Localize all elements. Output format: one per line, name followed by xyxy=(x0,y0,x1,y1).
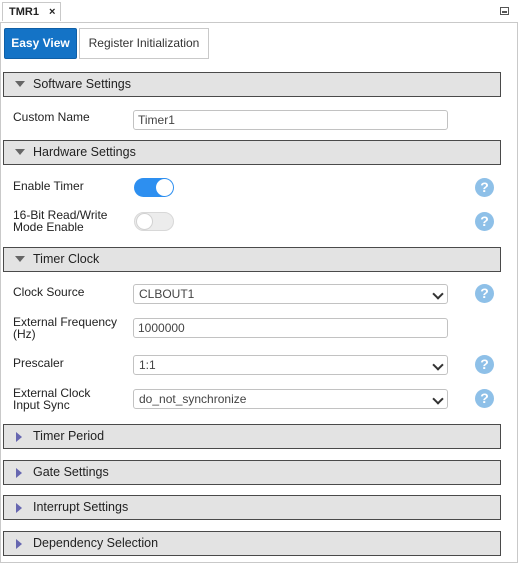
document-tab-label: TMR1 xyxy=(9,6,39,18)
section-timer-clock[interactable]: Timer Clock xyxy=(3,247,501,272)
custom-name-input[interactable] xyxy=(133,110,448,130)
custom-name-label: Custom Name xyxy=(13,110,90,124)
chevron-down-icon xyxy=(432,359,444,371)
expand-arrow-icon xyxy=(16,468,22,478)
help-icon[interactable]: ? xyxy=(475,389,494,408)
collapse-arrow-icon xyxy=(15,256,25,262)
chevron-down-icon xyxy=(432,288,444,300)
expand-arrow-icon xyxy=(16,432,22,442)
clock-source-label: Clock Source xyxy=(13,285,85,299)
ext-freq-label-line2: (Hz) xyxy=(13,327,36,341)
prescaler-select[interactable]: 1:1 xyxy=(133,355,448,375)
close-icon[interactable]: × xyxy=(49,3,55,22)
prescaler-value: 1:1 xyxy=(139,358,156,372)
ext-sync-value: do_not_synchronize xyxy=(139,392,247,406)
chevron-down-icon xyxy=(432,393,444,405)
section-dependency-selection[interactable]: Dependency Selection xyxy=(3,531,501,556)
section-title: Gate Settings xyxy=(33,465,109,479)
help-icon[interactable]: ? xyxy=(475,284,494,303)
toggle-knob xyxy=(136,213,153,230)
section-title: Timer Period xyxy=(33,429,105,443)
help-icon[interactable]: ? xyxy=(475,212,494,231)
help-icon[interactable]: ? xyxy=(475,355,494,374)
rw16-mode-toggle[interactable] xyxy=(134,212,174,231)
document-tab-tmr1[interactable]: TMR1 × xyxy=(2,2,61,21)
help-icon[interactable]: ? xyxy=(475,178,494,197)
section-title: Timer Clock xyxy=(33,252,100,266)
ext-freq-label: External Frequency (Hz) xyxy=(13,316,117,340)
expand-arrow-icon xyxy=(16,539,22,549)
ext-freq-input[interactable] xyxy=(133,318,448,338)
clock-source-value: CLBOUT1 xyxy=(139,287,195,301)
section-timer-period[interactable]: Timer Period xyxy=(3,424,501,449)
ext-sync-select[interactable]: do_not_synchronize xyxy=(133,389,448,409)
enable-timer-toggle[interactable] xyxy=(134,178,174,197)
enable-timer-label: Enable Timer xyxy=(13,179,84,193)
collapse-arrow-icon xyxy=(15,81,25,87)
rw16-label-line2: Mode Enable xyxy=(13,220,84,234)
minimize-icon[interactable] xyxy=(500,7,509,15)
section-title: Hardware Settings xyxy=(33,145,136,159)
section-title: Dependency Selection xyxy=(33,536,159,550)
toggle-knob xyxy=(156,179,173,196)
section-software-settings[interactable]: Software Settings xyxy=(3,72,501,97)
expand-arrow-icon xyxy=(16,503,22,513)
collapse-arrow-icon xyxy=(15,149,25,155)
section-gate-settings[interactable]: Gate Settings xyxy=(3,460,501,485)
ext-sync-label-line2: Input Sync xyxy=(13,398,70,412)
tab-register-initialization[interactable]: Register Initialization xyxy=(79,28,209,59)
document-tab-strip: TMR1 × xyxy=(0,0,518,23)
prescaler-label: Prescaler xyxy=(13,356,64,370)
rw16-mode-label: 16-Bit Read/Write Mode Enable xyxy=(13,209,107,233)
section-title: Interrupt Settings xyxy=(33,500,129,514)
section-interrupt-settings[interactable]: Interrupt Settings xyxy=(3,495,501,520)
clock-source-select[interactable]: CLBOUT1 xyxy=(133,284,448,304)
section-title: Software Settings xyxy=(33,77,131,91)
section-hardware-settings[interactable]: Hardware Settings xyxy=(3,140,501,165)
tab-easy-view[interactable]: Easy View xyxy=(4,28,77,59)
ext-sync-label: External Clock Input Sync xyxy=(13,387,90,411)
